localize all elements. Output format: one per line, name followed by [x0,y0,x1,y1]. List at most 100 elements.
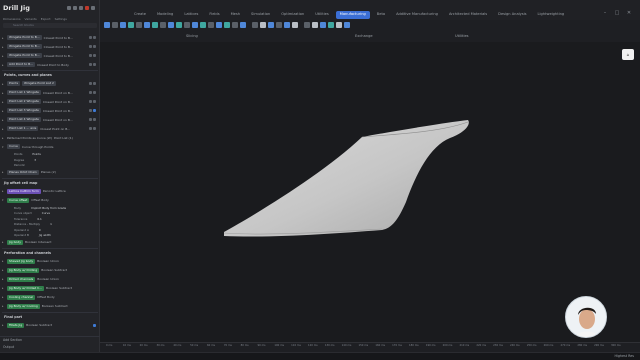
contour-icon[interactable] [128,22,134,28]
param-row[interactable]: Operand B Jig width [2,233,98,238]
block-row[interactable]: ▾ Curve offset Offset Body [2,197,98,204]
block-row[interactable]: ▸ Patterned Points as Curve (W) Point Li… [2,134,98,141]
section-header[interactable]: Perforation and channels [2,247,98,256]
block-row[interactable]: ▸ Point List 1 Wingate Closest Point on … [2,89,98,96]
3d-viewport[interactable] [100,42,640,342]
toolpath-icon[interactable] [144,22,150,28]
param-value[interactable]: 1 [50,222,52,227]
block-chip[interactable]: Jig Body w/ Drilling [7,267,40,273]
eye-icon[interactable] [89,36,92,39]
block-row[interactable]: ▸ Shaved Jig body Boolean Union [2,258,98,265]
expand-arrow-icon[interactable]: ▸ [2,136,5,140]
block-row[interactable]: ▸ Points Wingate Point List 2 [2,80,98,87]
view-cube-button[interactable]: ⌂ [622,49,634,60]
expand-arrow-icon[interactable]: ▸ [2,240,5,244]
param-value[interactable]: Curve [42,211,50,216]
slice-icon[interactable] [104,22,110,28]
settings-icon[interactable] [79,6,83,10]
file-icon[interactable] [292,22,298,28]
param-value[interactable]: Jig width [39,233,51,238]
block-chip[interactable]: Point List 4 Wingate [7,117,41,122]
expand-arrow-icon[interactable]: ▸ [2,91,5,95]
analyze-icon[interactable] [224,22,230,28]
timeline-ruler[interactable]: 0 ms 10 ms 20 ms 30 ms 40 ms 50 ms 60 ms 70 ms 8… [100,342,640,352]
add-section-button[interactable]: Add Section [0,337,100,344]
transform-icon[interactable] [320,22,326,28]
hatch-icon[interactable] [136,22,142,28]
record-icon[interactable] [85,6,89,10]
block-row[interactable]: ▸ Point List 3 Wingate Closest Point on … [2,107,98,114]
block-row[interactable]: ▸ Lattice CuBlim form Periodic Lattice [2,188,98,195]
gcode-icon[interactable] [276,22,282,28]
copy-icon[interactable] [312,22,318,28]
menu-tab-lattices[interactable]: Lattices [180,11,202,19]
expand-arrow-icon[interactable]: ▸ [2,277,5,281]
block-chip[interactable]: Wingate Point to B... [7,53,42,58]
block-chip[interactable]: Curve offset [7,197,30,203]
block-chip[interactable]: Jig body [7,239,23,245]
more-icon[interactable] [93,91,96,94]
expand-arrow-icon[interactable]: ▸ [2,100,5,104]
menu-tab-architected[interactable]: Architected Materials [445,11,491,19]
expand-arrow-icon[interactable]: ▸ [2,54,5,58]
block-row[interactable]: ▸ Planes Orbit Chain Planes (2) [2,169,98,176]
menu-tab-create[interactable]: Create [130,11,150,19]
align-icon[interactable] [336,22,342,28]
param-row[interactable]: Periodic [2,163,98,168]
render-quality[interactable]: Highest Res [614,354,634,358]
eye-icon[interactable] [89,91,92,94]
tab-export[interactable]: Export [41,17,51,21]
abs-icon[interactable] [284,22,290,28]
more-icon[interactable] [93,82,96,85]
tab-variants[interactable]: Variants [25,17,37,21]
section-header[interactable]: Jig offset cell map [2,177,98,186]
convert-icon[interactable] [240,22,246,28]
resample-icon[interactable] [200,22,206,28]
param-row[interactable]: Points Points [2,152,98,157]
expand-arrow-icon[interactable]: ▸ [2,45,5,49]
offset-contour-icon[interactable] [152,22,158,28]
param-value[interactable]: 0.1 [37,217,41,222]
eye-icon[interactable] [89,54,92,57]
block-row[interactable]: ▸ Point List 2 Wingate Closest Point on … [2,98,98,105]
expand-arrow-icon[interactable]: ▸ [2,323,5,327]
more-icon[interactable] [93,100,96,103]
param-value[interactable]: Implicit Body from Grade [31,206,66,211]
tab-settings[interactable]: Settings [55,17,67,21]
more-icon[interactable] [93,118,96,121]
block-chip[interactable]: Fillets Jig [7,322,25,328]
export-icon[interactable] [260,22,266,28]
section-header[interactable]: Final part [2,311,98,320]
block-row[interactable]: ▸ Add Point to B... Closest Point to Bod… [2,61,98,68]
grid-icon[interactable] [67,6,71,10]
param-row[interactable]: Tolerance 0.1 [2,217,98,222]
block-chip[interactable]: Jig Body w/ Cooling [7,303,40,309]
menu-tab-simulation[interactable]: Simulation [247,11,274,19]
import-icon[interactable] [252,22,258,28]
merge-icon[interactable] [184,22,190,28]
list-icon[interactable] [73,6,77,10]
block-row[interactable]: ▸ Cooling channel Offset Body [2,294,98,301]
menu-tab-mesh[interactable]: Mesh [227,11,244,19]
eye-icon[interactable] [89,100,92,103]
expand-arrow-icon[interactable]: ▸ [2,259,5,263]
block-row[interactable]: ▸ Jig Body w/ Drilled h... Boolean Subtr… [2,285,98,292]
block-chip[interactable]: Drilled channels [7,276,36,282]
expand-arrow-icon[interactable]: ▸ [2,295,5,299]
eye-icon[interactable] [89,109,92,112]
split-icon[interactable] [192,22,198,28]
eye-icon[interactable] [89,127,92,130]
expand-arrow-icon[interactable]: ▸ [2,118,5,122]
cli-icon[interactable] [268,22,274,28]
eye-icon[interactable] [89,82,92,85]
menu-tab-utilities[interactable]: Utilities [311,11,333,19]
collapse-arrow-icon[interactable]: ▾ [2,198,5,202]
project-icon[interactable] [208,22,214,28]
more-icon[interactable] [93,63,96,66]
block-row[interactable]: ▸ Jig body Boolean Intersect [2,239,98,246]
param-value[interactable]: 3 [34,158,36,163]
expand-arrow-icon[interactable]: ▸ [2,286,5,290]
block-row[interactable]: ▸ Point List 1 ... axis Closest Point on… [2,125,98,132]
utilities-group-label[interactable]: Utilities [455,34,469,38]
block-row[interactable]: ▸ Point List 4 Wingate Closest Point on … [2,116,98,123]
